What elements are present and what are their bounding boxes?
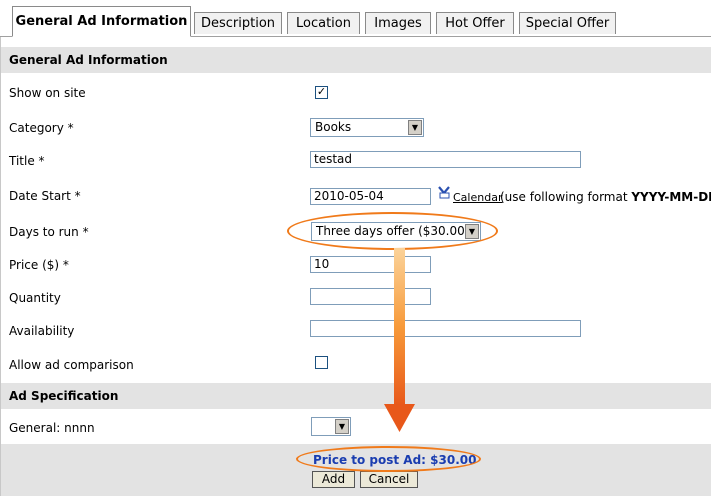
days-to-run-label: Days to run * — [9, 225, 89, 239]
general-nnnn-label: General: nnnn — [9, 421, 95, 435]
availability-label: Availability — [9, 324, 75, 338]
show-on-site-label: Show on site — [9, 86, 86, 100]
tab-images[interactable]: Images — [365, 12, 431, 34]
down-arrow-icon — [384, 248, 415, 432]
general-nnnn-select[interactable]: ▼ — [311, 417, 351, 436]
allow-comparison-checkbox[interactable] — [315, 356, 328, 369]
date-start-input[interactable]: 2010-05-04 — [310, 188, 431, 205]
cancel-button[interactable]: Cancel — [360, 471, 418, 488]
section-header-general: General Ad Information — [1, 47, 711, 73]
tab-general-ad-information[interactable]: General Ad Information — [12, 6, 191, 37]
quantity-label: Quantity — [9, 291, 61, 305]
calendar-icon[interactable] — [436, 184, 452, 200]
tab-special-offer[interactable]: Special Offer — [519, 12, 616, 34]
category-label: Category * — [9, 121, 74, 135]
availability-input[interactable] — [310, 320, 581, 337]
tab-hot-offer[interactable]: Hot Offer — [436, 12, 514, 34]
tab-description[interactable]: Description — [194, 12, 282, 34]
date-start-label: Date Start * — [9, 189, 81, 203]
title-input[interactable]: testad — [310, 151, 581, 168]
tab-location[interactable]: Location — [287, 12, 360, 34]
title-label: Title * — [9, 154, 45, 168]
category-select-value: Books — [315, 120, 352, 134]
calendar-link[interactable]: Calendar — [453, 191, 502, 204]
allow-comparison-label: Allow ad comparison — [9, 358, 134, 372]
dropdown-arrow-icon: ▼ — [335, 419, 349, 434]
highlight-oval-days — [287, 212, 498, 250]
date-format-hint-format: YYYY-MM-DD — [631, 190, 711, 204]
add-button[interactable]: Add — [312, 471, 355, 488]
show-on-site-checkbox[interactable]: ✓ — [315, 86, 328, 99]
tab-bar: General Ad Information Description Locat… — [0, 0, 711, 37]
dropdown-arrow-icon: ▼ — [408, 120, 422, 135]
section-header-ad-specification: Ad Specification — [1, 383, 711, 409]
date-format-hint: (use following format YYYY-MM-DD) — [500, 190, 711, 204]
form-panel: General Ad Information Show on site ✓ Ca… — [0, 37, 711, 496]
date-format-hint-prefix: (use following format — [500, 190, 632, 204]
price-label: Price ($) * — [9, 258, 69, 272]
highlight-oval-price — [296, 446, 481, 472]
category-select[interactable]: Books ▼ — [310, 118, 424, 137]
checkmark-icon: ✓ — [316, 85, 327, 98]
